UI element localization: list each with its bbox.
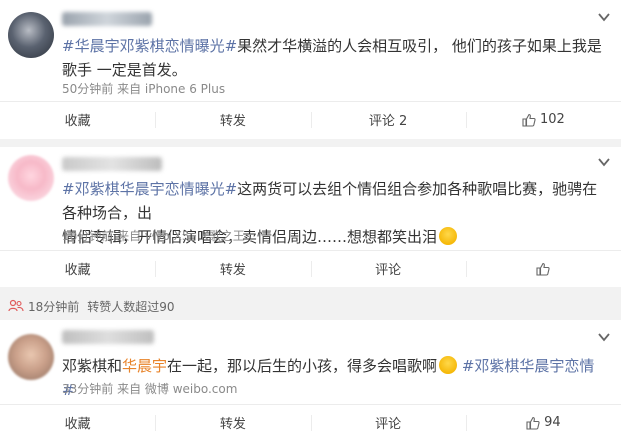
action-bar: 收藏 转发 评论 [0, 250, 621, 286]
people-icon [8, 299, 24, 312]
favorite-label: 收藏 [64, 263, 91, 278]
favorite-button[interactable]: 收藏 [0, 102, 155, 137]
comment-label: 评论 [375, 263, 402, 278]
post-body-a: 邓紫棋和 [62, 357, 123, 375]
favorite-button[interactable]: 收藏 [0, 405, 155, 440]
comment-label: 评论 [375, 417, 402, 432]
chevron-down-icon[interactable] [597, 155, 611, 169]
post-meta: 50分钟前 来自 iPhone 6 Plus [62, 82, 226, 96]
highlight-name: 华晨宇 [122, 357, 168, 375]
repost-label: 转发 [219, 114, 246, 129]
repost-button[interactable]: 转发 [155, 102, 310, 137]
avatar[interactable] [8, 12, 54, 58]
avatar[interactable] [8, 334, 54, 380]
repost-button[interactable]: 转发 [155, 251, 310, 286]
repost-label: 转发 [219, 263, 246, 278]
thumbs-up-icon [522, 113, 536, 127]
post-card-3: 邓紫棋和华晨宇在一起，那以后生的小孩，得多会唱歌啊 #邓紫棋华晨宇恋情# 33分… [0, 320, 621, 441]
comment-button[interactable]: 评论 2 [310, 102, 466, 137]
comment-label: 评论 2 [368, 114, 408, 129]
chevron-down-icon[interactable] [597, 10, 611, 24]
post-meta: 33分钟前 来自 微博 weibo.com [62, 382, 238, 396]
chevron-down-icon[interactable] [597, 330, 611, 344]
laughing-tears-emoji-icon [439, 227, 458, 245]
favorite-label: 收藏 [64, 114, 91, 129]
repost-label: 转发 [219, 417, 246, 432]
post-card-2: #邓紫棋华晨宇恋情曝光#这两货可以去组个情侣组合参加各种歌唱比赛，驰骋在各种场合… [0, 147, 621, 287]
action-bar: 收藏 转发 评论 2 102 [0, 101, 621, 137]
shocked-emoji-icon [439, 356, 458, 374]
like-count: 102 [539, 112, 565, 127]
trending-banner: 18分钟前 转赞人数超过90 [0, 293, 621, 319]
username-blurred[interactable] [62, 12, 152, 26]
like-count: 94 [544, 415, 561, 430]
post-meta: 18分钟前 来自 vivo X5 · K歌之王 [62, 229, 245, 243]
hashtag-link[interactable]: #华晨宇邓紫棋恋情曝光# [62, 37, 237, 55]
like-button[interactable]: 102 [465, 102, 621, 137]
avatar[interactable] [8, 155, 54, 201]
favorite-label: 收藏 [64, 417, 91, 432]
action-bar: 收藏 转发 评论 94 [0, 404, 621, 440]
post-body-c: 在一起，那以后生的小孩，得多会唱歌啊 [167, 357, 438, 375]
banner-time: 18分钟前 [28, 299, 80, 314]
like-button[interactable]: 94 [465, 405, 621, 440]
comment-button[interactable]: 评论 [310, 251, 466, 286]
thumbs-up-icon [536, 262, 550, 276]
hashtag-link[interactable]: #邓紫棋华晨宇恋情曝光# [62, 180, 237, 198]
like-button[interactable] [465, 251, 621, 286]
post-text: #华晨宇邓紫棋恋情曝光#果然才华横溢的人会相互吸引， 他们的孩子如果上我是歌手 … [62, 34, 603, 82]
comment-button[interactable]: 评论 [310, 405, 466, 440]
repost-button[interactable]: 转发 [155, 405, 310, 440]
thumbs-up-icon [526, 416, 540, 430]
username-blurred[interactable] [62, 157, 162, 171]
post-card-1: #华晨宇邓紫棋恋情曝光#果然才华横溢的人会相互吸引， 他们的孩子如果上我是歌手 … [0, 0, 621, 139]
favorite-button[interactable]: 收藏 [0, 251, 155, 286]
banner-text: 转赞人数超过90 [87, 299, 175, 314]
username-blurred[interactable] [62, 330, 154, 344]
